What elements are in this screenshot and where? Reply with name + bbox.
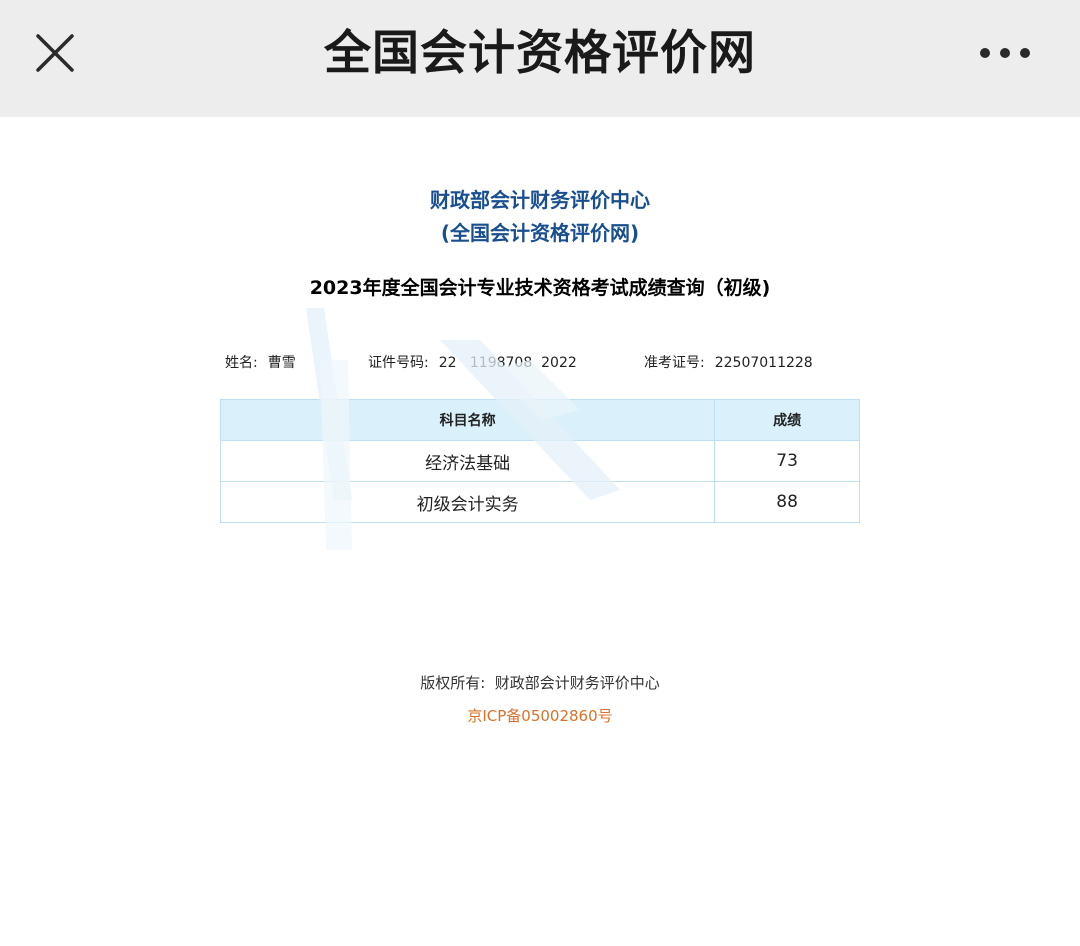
top-navigation-bar: 全国会计资格评价网 bbox=[0, 0, 1080, 117]
page-title: 全国会计资格评价网 bbox=[324, 26, 756, 81]
candidate-name: 姓名: 曹雪 bbox=[225, 352, 296, 374]
table-row: 初级会计实务 88 bbox=[219, 481, 860, 523]
organization-name: 财政部会计财务评价中心 bbox=[430, 188, 650, 212]
admission-ticket-number: 准考证号: 22507011228 bbox=[644, 352, 813, 374]
more-dots-icon bbox=[980, 48, 1030, 58]
table-row: 经济法基础 73 bbox=[219, 440, 860, 482]
id-label: 证件号码: bbox=[368, 355, 429, 371]
exam-number-label: 准考证号: bbox=[644, 355, 705, 371]
id-value: 22 1198708 2022 bbox=[438, 355, 577, 371]
score-cell: 88 bbox=[714, 481, 860, 523]
subject-cell: 初级会计实务 bbox=[219, 481, 716, 523]
name-label: 姓名: bbox=[225, 355, 258, 371]
icp-license-link[interactable]: 京ICP备05002860号 bbox=[0, 705, 1080, 727]
subject-cell: 经济法基础 bbox=[219, 440, 716, 482]
table-header-row: 科目名称 成绩 bbox=[219, 399, 860, 441]
score-cell: 73 bbox=[714, 440, 860, 482]
more-options-button[interactable] bbox=[972, 38, 1038, 68]
organization-subtitle: (全国会计资格评价网) bbox=[440, 221, 640, 245]
candidate-id-number: 证件号码: 22 1198708 2022 bbox=[368, 352, 577, 374]
copyright-notice: 版权所有: 财政部会计财务评价中心 bbox=[420, 674, 660, 692]
score-table: 科目名称 成绩 经济法基础 73 初级会计实务 88 bbox=[219, 399, 860, 523]
query-heading: 2023年度全国会计专业技术资格考试成绩查询（初级) bbox=[309, 277, 771, 299]
exam-number-value: 22507011228 bbox=[714, 355, 813, 371]
subject-column-header: 科目名称 bbox=[219, 399, 716, 441]
score-column-header: 成绩 bbox=[714, 399, 860, 441]
name-value: 曹雪 bbox=[267, 355, 296, 371]
